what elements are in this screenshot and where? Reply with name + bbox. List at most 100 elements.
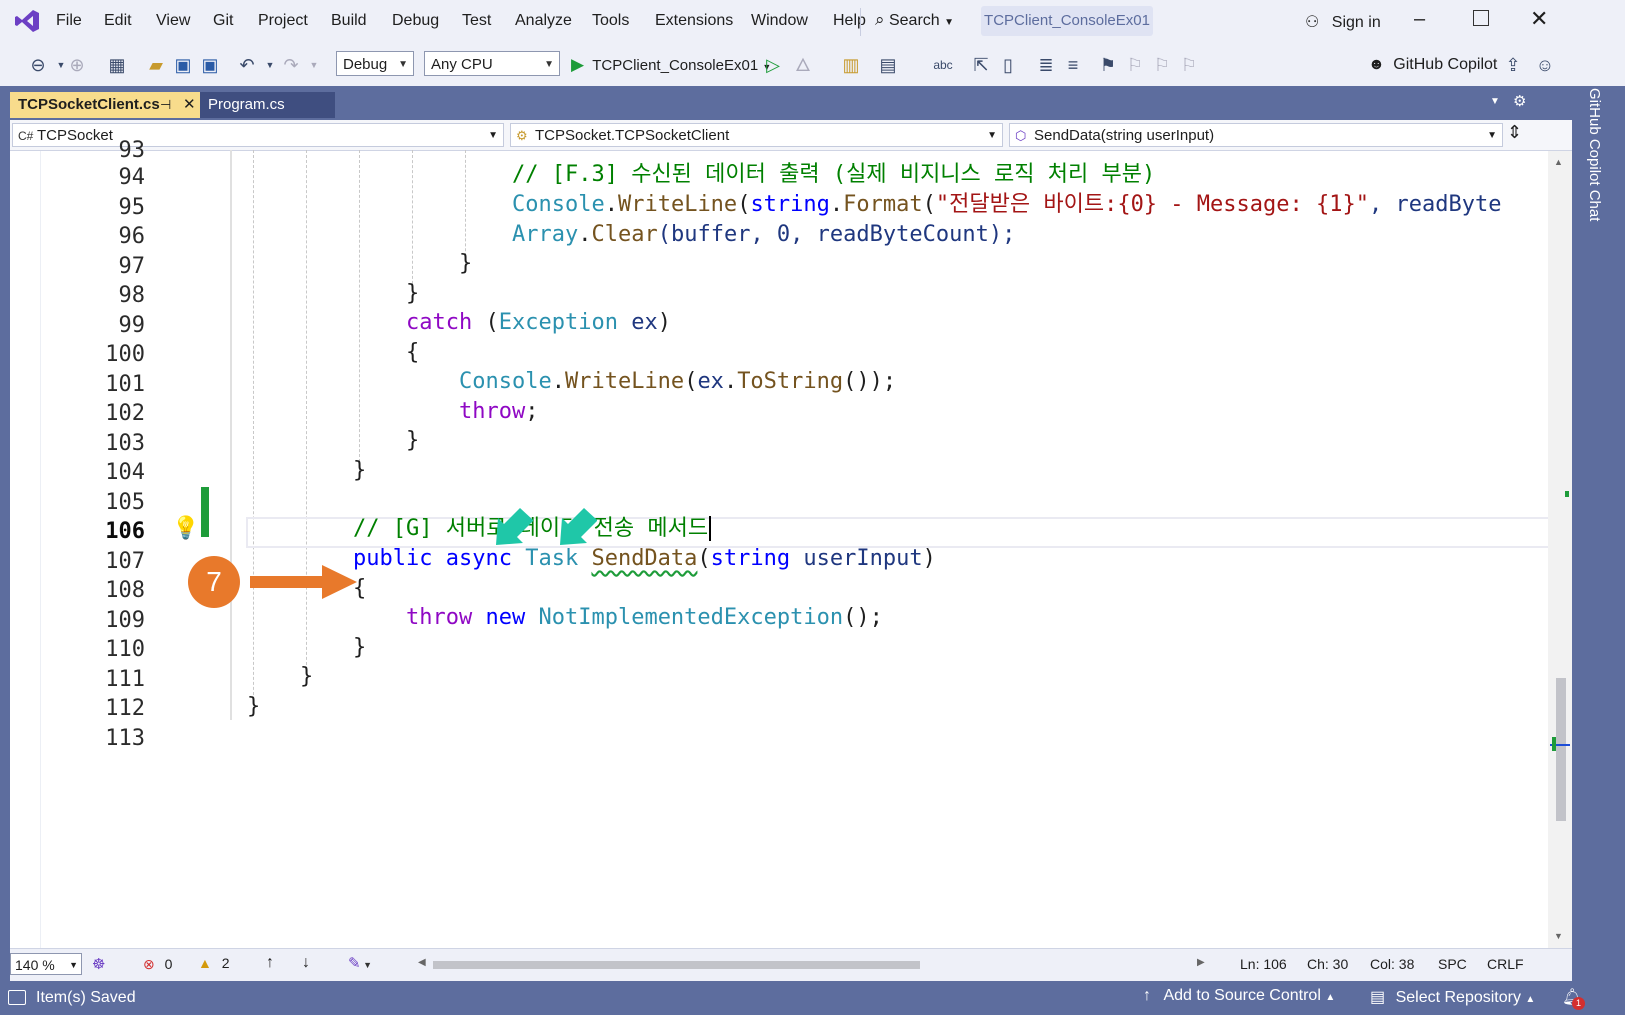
comment: // [F.3] 수신된 데이터 출력 (실제 비지니스 로직 처리 부분) — [512, 162, 1156, 187]
scroll-up-icon[interactable]: ▲ — [1554, 157, 1563, 167]
bookmark-next-icon[interactable]: ⚐ — [1151, 54, 1173, 76]
spell-check-icon[interactable]: abc — [932, 54, 954, 76]
menu-extensions[interactable]: Extensions — [655, 12, 733, 30]
output-icon[interactable] — [8, 990, 26, 1005]
bookmark-prev-icon[interactable]: ⚐ — [1124, 54, 1146, 76]
bookmark-icon[interactable]: ⚑ — [1097, 54, 1119, 76]
menu-analyze[interactable]: Analyze — [515, 12, 572, 30]
scroll-down-icon[interactable]: ▼ — [1554, 931, 1563, 941]
tab-overflow-icon[interactable]: ▼ — [1490, 96, 1500, 107]
method-name: Format — [843, 192, 923, 217]
whitespace-indicator[interactable]: SPC — [1438, 956, 1467, 972]
menu-view[interactable]: View — [156, 12, 190, 30]
solution-explorer-icon[interactable]: ▥ — [840, 54, 862, 76]
redo-icon[interactable]: ↷ — [280, 54, 302, 76]
step-number-badge: 7 — [188, 556, 240, 608]
open-folder-icon[interactable]: ▰ — [145, 54, 167, 76]
horizontal-scrollbar-thumb[interactable] — [433, 961, 920, 969]
back-icon[interactable]: ⊖ — [27, 54, 49, 76]
platform-select[interactable]: Any CPU ▼ — [424, 51, 560, 76]
settings-gear-icon[interactable]: ⚙ — [1513, 92, 1526, 110]
next-issue-icon[interactable]: ↓ — [302, 954, 310, 972]
error-count[interactable]: ⊗ 0 — [143, 956, 172, 973]
close-icon[interactable]: ✕ — [183, 92, 196, 118]
code-line-95: Console.WriteLine(string.Format("전달받은 바이… — [512, 190, 1505, 220]
tab-tcpsocketclient[interactable]: TCPSocketClient.cs ⊣ ✕ — [10, 92, 200, 118]
type-name: NotImplementedException — [538, 605, 844, 630]
tab-program[interactable]: Program.cs — [200, 92, 335, 118]
start-debugging-button[interactable]: ▶ TCPClient_ConsoleEx01 ▼ — [571, 53, 771, 79]
menu-file[interactable]: File — [56, 12, 82, 30]
cursor-icon[interactable]: ⇱ — [970, 54, 992, 76]
line-number: 93 — [118, 138, 146, 163]
brace: } — [353, 635, 367, 660]
save-icon[interactable]: ▣ — [172, 54, 194, 76]
line-ending-indicator[interactable]: CRLF — [1487, 956, 1524, 972]
scroll-right-icon[interactable]: ▶ — [1197, 957, 1205, 968]
line-number: 96 — [118, 224, 146, 249]
compare-icon[interactable]: ▯ — [997, 54, 1019, 76]
menu-project[interactable]: Project — [258, 12, 308, 30]
type-dropdown[interactable]: ⚙ TCPSocket.TCPSocketClient ▼ — [510, 123, 1003, 147]
menu-build[interactable]: Build — [331, 12, 367, 30]
menu-git[interactable]: Git — [213, 12, 233, 30]
outdent-icon[interactable]: ≡ — [1062, 54, 1084, 76]
warning-count[interactable]: ▲ 2 — [198, 955, 230, 971]
sign-in-button[interactable]: ⚇ Sign in — [1305, 12, 1381, 32]
copilot-chat-tab[interactable]: GitHub Copilot Chat — [1586, 88, 1603, 221]
change-marker — [1565, 491, 1569, 497]
configuration-select[interactable]: Debug ▼ — [336, 51, 414, 76]
menu-edit[interactable]: Edit — [104, 12, 132, 30]
change-marker — [201, 487, 209, 537]
pin-icon[interactable]: ⊣ — [160, 92, 171, 118]
menu-window[interactable]: Window — [751, 12, 808, 30]
tab-label: TCPSocketClient.cs — [18, 96, 160, 113]
line-indicator[interactable]: Ln: 106 — [1240, 956, 1287, 972]
save-all-icon[interactable]: ▣ — [199, 54, 221, 76]
add-source-control-button[interactable]: ↑ Add to Source Control ▲ — [1143, 987, 1335, 1005]
select-repository-button[interactable]: ▤ Select Repository ▲ — [1370, 987, 1535, 1007]
share-icon[interactable]: ⇪ — [1502, 54, 1524, 76]
search-box[interactable]: ⌕ Search ▼ — [875, 10, 954, 34]
member-dropdown[interactable]: ⬡ SendData(string userInput) ▼ — [1009, 123, 1503, 147]
layout-icon[interactable]: ▤ — [877, 54, 899, 76]
chevron-down-icon: ▼ — [398, 59, 408, 70]
scrollbar-thumb[interactable] — [1556, 678, 1566, 821]
github-copilot-button[interactable]: ☻ GitHub Copilot — [1368, 56, 1497, 74]
chevron-down-icon[interactable]: ▼ — [303, 54, 325, 76]
code-cleanup-icon[interactable]: ✎ ▼ — [348, 954, 372, 972]
split-window-icon[interactable]: ⇕ — [1507, 122, 1522, 143]
column-indicator[interactable]: Col: 38 — [1370, 956, 1414, 972]
line-number: 102 — [105, 401, 145, 426]
brace: { — [353, 576, 367, 601]
punct: ( — [472, 310, 499, 335]
brace: } — [406, 281, 420, 306]
feedback-icon[interactable]: ☺ — [1534, 54, 1556, 76]
minimize-button[interactable]: – — [1414, 8, 1425, 31]
new-project-icon[interactable]: ▦ — [106, 54, 128, 76]
close-button[interactable]: ✕ — [1530, 6, 1548, 32]
notifications-button[interactable]: 🔔︎ 1 — [1562, 987, 1585, 1010]
menu-debug[interactable]: Debug — [392, 12, 439, 30]
line-number: 112 — [105, 696, 145, 721]
hot-reload-icon[interactable]: 🜂 — [792, 54, 814, 76]
intellicode-icon[interactable]: ☸ — [92, 955, 105, 973]
char-indicator[interactable]: Ch: 30 — [1307, 956, 1348, 972]
chevron-down-icon[interactable]: ▼ — [259, 54, 281, 76]
configuration-value: Debug — [343, 56, 388, 73]
lightbulb-icon[interactable]: 💡 — [172, 515, 199, 541]
undo-icon[interactable]: ↶ — [236, 54, 258, 76]
scroll-left-icon[interactable]: ◀ — [418, 957, 426, 968]
menu-test[interactable]: Test — [462, 12, 491, 30]
indent-icon[interactable]: ≣ — [1035, 54, 1057, 76]
previous-issue-icon[interactable]: ↑ — [266, 954, 274, 972]
vertical-scrollbar[interactable]: ▲ ▼ — [1548, 151, 1572, 948]
maximize-button[interactable] — [1473, 10, 1489, 26]
method-name: WriteLine — [564, 369, 685, 394]
bookmark-clear-icon[interactable]: ⚐ — [1178, 54, 1200, 76]
forward-icon[interactable]: ⊕ — [66, 54, 88, 76]
start-without-debugging-icon[interactable]: ▷ — [762, 54, 784, 76]
menu-tools[interactable]: Tools — [592, 12, 629, 30]
keyword: async — [445, 546, 512, 571]
zoom-select[interactable]: 140 % ▼ — [10, 953, 82, 975]
